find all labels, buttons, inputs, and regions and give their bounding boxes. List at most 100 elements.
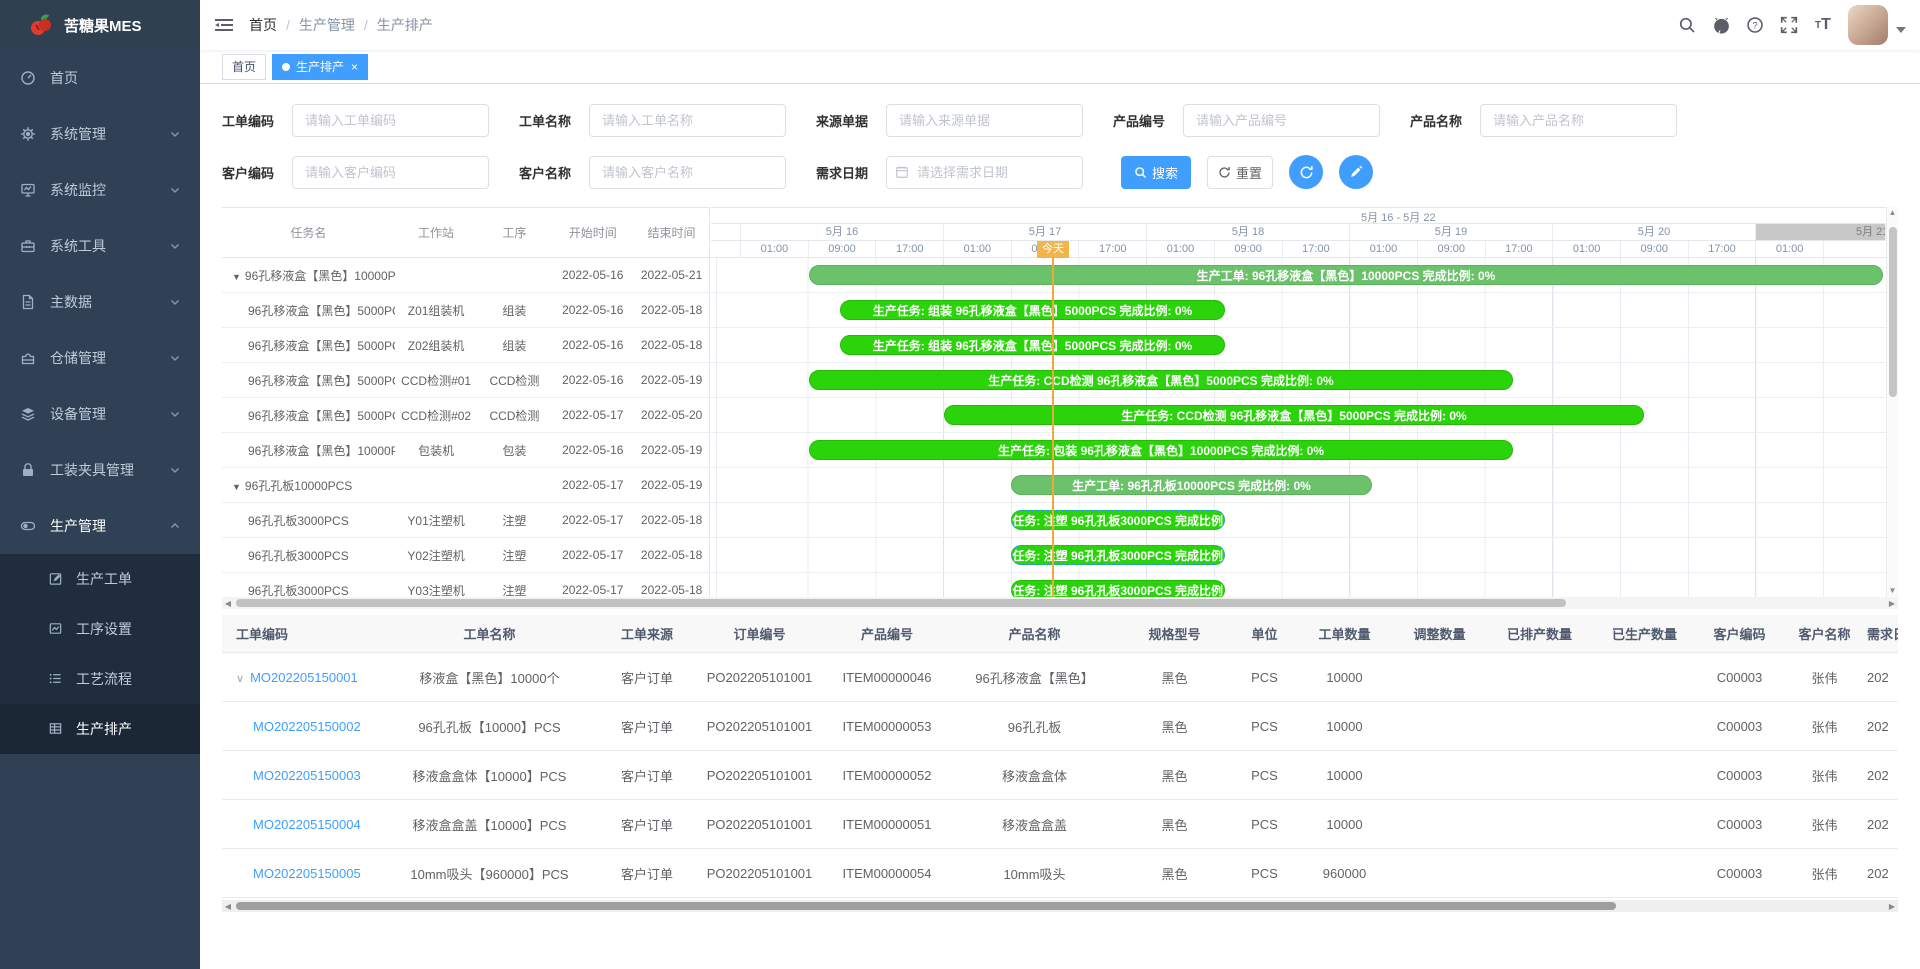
fullscreen-icon[interactable] [1772,8,1806,42]
gantt-bar-task[interactable]: 生产任务: 包装 96孔移液盒【黑色】10000PCS 完成比例: 0% [809,440,1513,460]
sidebar-item-label: 生产工单 [76,569,132,589]
workorder-code-input[interactable] [292,104,489,137]
collapse-caret-icon[interactable]: ▼ [232,482,241,492]
tab-home[interactable]: 首页 [222,54,266,80]
reset-button[interactable]: 重置 [1207,156,1273,189]
edit-button[interactable] [1339,155,1373,189]
font-size-icon[interactable]: TT [1806,8,1840,42]
product-code-field: 产品编号 [1113,104,1393,137]
workorder-link[interactable]: MO202205150003 [253,768,361,783]
col-workorder-source: 工单来源 [597,624,697,643]
sidebar-item-fixture-mgmt[interactable]: 工装夹具管理 [0,442,200,498]
scroll-right-icon[interactable]: ▶ [1886,902,1898,911]
workorder-link[interactable]: MO202205150004 [253,817,361,832]
collapse-caret-icon[interactable]: ▼ [232,272,241,282]
workorder-name-input[interactable] [589,104,786,137]
sidebar-item-production-scheduling[interactable]: 生产排产 [0,704,200,754]
search-form-row-1: 工单编码 工单名称 来源单据 产品编号 产品名称 [222,104,1898,137]
sidebar-item-label: 系统工具 [50,236,106,256]
field-label: 产品编号 [1113,111,1183,130]
scroll-left-icon[interactable]: ◀ [222,902,234,911]
gantt-row[interactable]: 96孔移液盒【黑色】10000PCS 包装机包装 2022-05-162022-… [222,433,709,468]
gantt-row[interactable]: 96孔孔板3000PCS Y01注塑机注塑 2022-05-172022-05-… [222,503,709,538]
col-demand-date: 需求日期 [1867,624,1898,643]
hour-cell: 09:00 [1418,241,1486,257]
sidebar-fold-icon[interactable] [215,17,233,33]
github-icon[interactable] [1704,8,1738,42]
chevron-down-icon [170,465,180,475]
sidebar-item-equipment-mgmt[interactable]: 设备管理 [0,386,200,442]
gantt-bar-task[interactable]: 生产任务: 组装 96孔移液盒【黑色】5000PCS 完成比例: 0% [840,300,1225,320]
gantt-horizontal-scrollbar[interactable]: ◀ ▶ [222,597,1898,609]
avatar[interactable] [1848,5,1888,45]
gantt-row[interactable]: 96孔移液盒【黑色】5000PCS CCD检测#01CCD检测 2022-05-… [222,363,709,398]
breadcrumb-production-mgmt[interactable]: 生产管理 [299,15,355,35]
sidebar-item-master-data[interactable]: 主数据 [0,274,200,330]
day-cell: 5月 19 [1350,224,1553,240]
workorder-link[interactable]: MO202205150001 [250,670,358,685]
demand-date-input[interactable] [886,156,1083,189]
breadcrumb-home[interactable]: 首页 [249,15,277,35]
workorder-link[interactable]: MO202205150002 [253,719,361,734]
customer-name-input[interactable] [589,156,786,189]
breadcrumb: 首页 / 生产管理 / 生产排产 [249,15,433,35]
sidebar-item-warehouse-mgmt[interactable]: 仓储管理 [0,330,200,386]
table-row[interactable]: ∨MO202205150001 移液盒【黑色】10000个客户订单 PO2022… [222,653,1898,702]
sidebar-item-system-monitor[interactable]: 系统监控 [0,162,200,218]
workorder-link[interactable]: MO202205150005 [253,866,361,881]
app-logo[interactable]: 苦糖果MES [0,0,200,50]
sidebar-item-system-tools[interactable]: 系统工具 [0,218,200,274]
scrollbar-thumb[interactable] [236,902,1616,910]
caret-down-icon[interactable] [1896,27,1906,33]
breadcrumb-production-scheduling[interactable]: 生产排产 [377,15,433,35]
gantt-bar-order[interactable]: 生产工单: 96孔孔板10000PCS 完成比例: 0% [1011,475,1372,495]
gantt-bar-task[interactable]: 生产任务: CCD检测 96孔移液盒【黑色】5000PCS 完成比例: 0% [944,405,1644,425]
refresh-gantt-button[interactable] [1289,155,1323,189]
source-doc-input[interactable] [886,104,1083,137]
product-code-input[interactable] [1183,104,1380,137]
table-row[interactable]: MO202205150005 10mm吸头【960000】PCS客户订单 PO2… [222,849,1898,898]
customer-code-input[interactable] [292,156,489,189]
gantt-bar-task-selected[interactable]: 生产任务: 注塑 96孔孔板3000PCS 完成比例: 0% [1011,545,1225,565]
gantt-vertical-scrollbar[interactable]: ▲ ▼ [1886,207,1898,597]
gantt-row[interactable]: 96孔孔板3000PCS Y03注塑机注塑 2022-05-172022-05-… [222,573,709,597]
col-order-no: 订单编号 [697,624,822,643]
scroll-down-icon[interactable]: ▼ [1889,585,1897,597]
help-icon[interactable]: ? [1738,8,1772,42]
product-name-input[interactable] [1480,104,1677,137]
gantt-bar-task-selected[interactable]: 生产任务: 注塑 96孔孔板3000PCS 完成比例: 0% [1011,510,1225,530]
gantt-bar-task[interactable]: 生产任务: CCD检测 96孔移液盒【黑色】5000PCS 完成比例: 0% [809,370,1513,390]
table-row[interactable]: MO202205150004 移液盒盒盖【10000】PCS客户订单 PO202… [222,800,1898,849]
gantt-row[interactable]: 96孔孔板3000PCS Y02注塑机注塑 2022-05-172022-05-… [222,538,709,573]
sidebar-item-production-mgmt[interactable]: 生产管理 [0,498,200,554]
gantt-bar-task[interactable]: 生产任务: 注塑 96孔孔板3000PCS 完成比例: 0% [1011,580,1225,597]
scrollbar-thumb[interactable] [1889,227,1897,397]
gantt-row[interactable]: ▼96孔孔板10000PCS 2022-05-172022-05-19 [222,468,709,503]
table-horizontal-scrollbar[interactable]: ◀ ▶ [222,900,1898,912]
gantt-row[interactable]: 96孔移液盒【黑色】5000PCS CCD检测#02CCD检测 2022-05-… [222,398,709,433]
gantt-row[interactable]: 96孔移液盒【黑色】5000PCS Z02组装机组装 2022-05-16202… [222,328,709,363]
sidebar-item-process-flow[interactable]: 工艺流程 [0,654,200,704]
scroll-right-icon[interactable]: ▶ [1886,599,1898,608]
sidebar-item-process-settings[interactable]: 工序设置 [0,604,200,654]
table-row[interactable]: MO202205150002 96孔孔板【10000】PCS客户订单 PO202… [222,702,1898,751]
table-row[interactable]: MO202205150003 移液盒盒体【10000】PCS客户订单 PO202… [222,751,1898,800]
search-icon[interactable] [1670,8,1704,42]
gantt-row[interactable]: 96孔移液盒【黑色】5000PCS Z01组装机组装 2022-05-16202… [222,293,709,328]
sidebar-item-system-mgmt[interactable]: 系统管理 [0,106,200,162]
close-icon[interactable]: × [351,60,358,74]
sidebar-item-home[interactable]: 首页 [0,50,200,106]
gantt-row[interactable]: ▼96孔移液盒【黑色】10000PCS 2022-05-162022-05-21 [222,258,709,293]
gantt-bar-order[interactable]: 生产工单: 96孔移液盒【黑色】10000PCS 完成比例: 0% [809,265,1883,285]
scroll-up-icon[interactable]: ▲ [1889,207,1897,219]
sidebar-item-production-workorder[interactable]: 生产工单 [0,554,200,604]
tab-production-scheduling[interactable]: 生产排产 × [272,54,368,80]
sidebar-item-label: 工装夹具管理 [50,460,134,480]
scrollbar-thumb[interactable] [236,599,1566,607]
scroll-left-icon[interactable]: ◀ [222,599,234,608]
expand-caret-icon[interactable]: ∨ [236,673,244,685]
source-doc-field: 来源单据 [816,104,1096,137]
gantt-bar-task[interactable]: 生产任务: 组装 96孔移液盒【黑色】5000PCS 完成比例: 0% [840,335,1225,355]
field-label: 客户名称 [519,163,589,182]
search-button[interactable]: 搜索 [1121,156,1191,189]
